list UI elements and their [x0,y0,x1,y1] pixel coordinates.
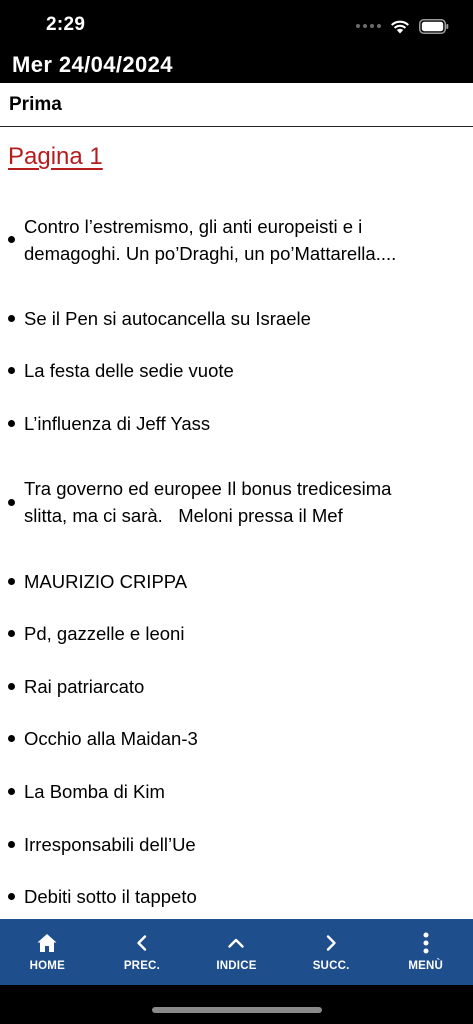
article-item[interactable]: Debiti sotto il tappeto [0,870,473,919]
article-title: Debiti sotto il tappeto [24,886,197,908]
article-title: Tra governo ed europee Il bonus tredices… [24,478,392,527]
article-item[interactable]: Se il Pen si autocancella su Israele [0,292,473,345]
status-time: 2:29 [46,14,86,35]
nav-prev-label: PREC. [123,960,160,972]
bullet-icon [8,893,15,901]
section-label: Prima [9,94,62,115]
chevron-left-icon [131,932,153,954]
page-link[interactable]: Pagina 1 [8,143,103,171]
nav-home-label: HOME [29,960,65,972]
article-item[interactable]: Rai patriarcato [0,660,473,713]
article-title: Se il Pen si autocancella su Israele [24,307,311,329]
home-icon [36,932,58,954]
bullet-icon [8,498,15,506]
bottom-nav: HOME PREC. INDICE SUCC. MENÙ [0,919,473,985]
article-title: La festa delle sedie vuote [24,360,234,382]
article-item[interactable]: Contro l’estremismo, gli anti europeisti… [0,187,473,292]
header-bar: 2:29 Mer 24/04/2024 [0,0,473,83]
article-title: Pd, gazzelle e leoni [24,623,185,645]
article-item[interactable]: Tra governo ed europee Il bonus tredices… [0,450,473,555]
article-title: Occhio alla Maidan-3 [24,728,198,750]
app-screen: 2:29 Mer 24/04/2024 Prima Pagina 1 Contr… [0,0,473,1024]
chevron-right-icon [320,932,342,954]
home-indicator[interactable] [152,1007,322,1013]
issue-date: Mer 24/04/2024 [12,52,173,77]
battery-icon [419,18,449,34]
nav-menu-label: MENÙ [408,960,443,972]
nav-menu-button[interactable]: MENÙ [378,919,473,985]
nav-prev-button[interactable]: PREC. [95,919,190,985]
nav-next-label: SUCC. [312,960,350,972]
home-indicator-area [0,985,473,1024]
article-title: Irresponsabili dell’Ue [24,833,196,855]
status-icons [356,15,449,37]
article-title: Rai patriarcato [24,675,145,697]
bullet-icon [8,236,15,243]
article-title: Contro l’estremismo, gli anti europeisti… [24,215,397,264]
nav-next-button[interactable]: SUCC. [284,919,379,985]
chevron-up-icon [225,932,247,954]
bullet-icon [8,682,15,690]
bullet-icon [8,735,15,743]
article-title: MAURIZIO CRIPPA [24,570,188,592]
article-title: L’influenza di Jeff Yass [24,412,211,434]
article-item[interactable]: L’influenza di Jeff Yass [0,397,473,450]
bullet-icon [8,787,15,795]
bullet-icon [8,577,15,585]
article-item[interactable]: La Bomba di Kim [0,765,473,818]
bullet-icon [8,840,15,848]
article-list: Contro l’estremismo, gli anti europeisti… [0,187,473,919]
cellular-signal-icon [356,24,381,28]
wifi-icon [391,20,409,33]
nav-index-label: INDICE [216,960,257,972]
article-item[interactable]: Pd, gazzelle e leoni [0,607,473,660]
article-title: La Bomba di Kim [24,780,165,802]
more-vertical-icon [415,932,437,954]
bullet-icon [8,419,15,427]
bullet-icon [8,314,15,322]
article-item[interactable]: Irresponsabili dell’Ue [0,818,473,871]
bullet-icon [8,630,15,638]
article-item[interactable]: Occhio alla Maidan-3 [0,713,473,766]
article-list-container: Pagina 1 Contro l’estremismo, gli anti e… [0,127,473,919]
nav-index-button[interactable]: INDICE [189,919,284,985]
nav-home-button[interactable]: HOME [0,919,95,985]
section-bar: Prima [0,83,473,127]
bullet-icon [8,367,15,375]
article-item[interactable]: La festa delle sedie vuote [0,345,473,398]
article-item[interactable]: MAURIZIO CRIPPA [0,555,473,608]
